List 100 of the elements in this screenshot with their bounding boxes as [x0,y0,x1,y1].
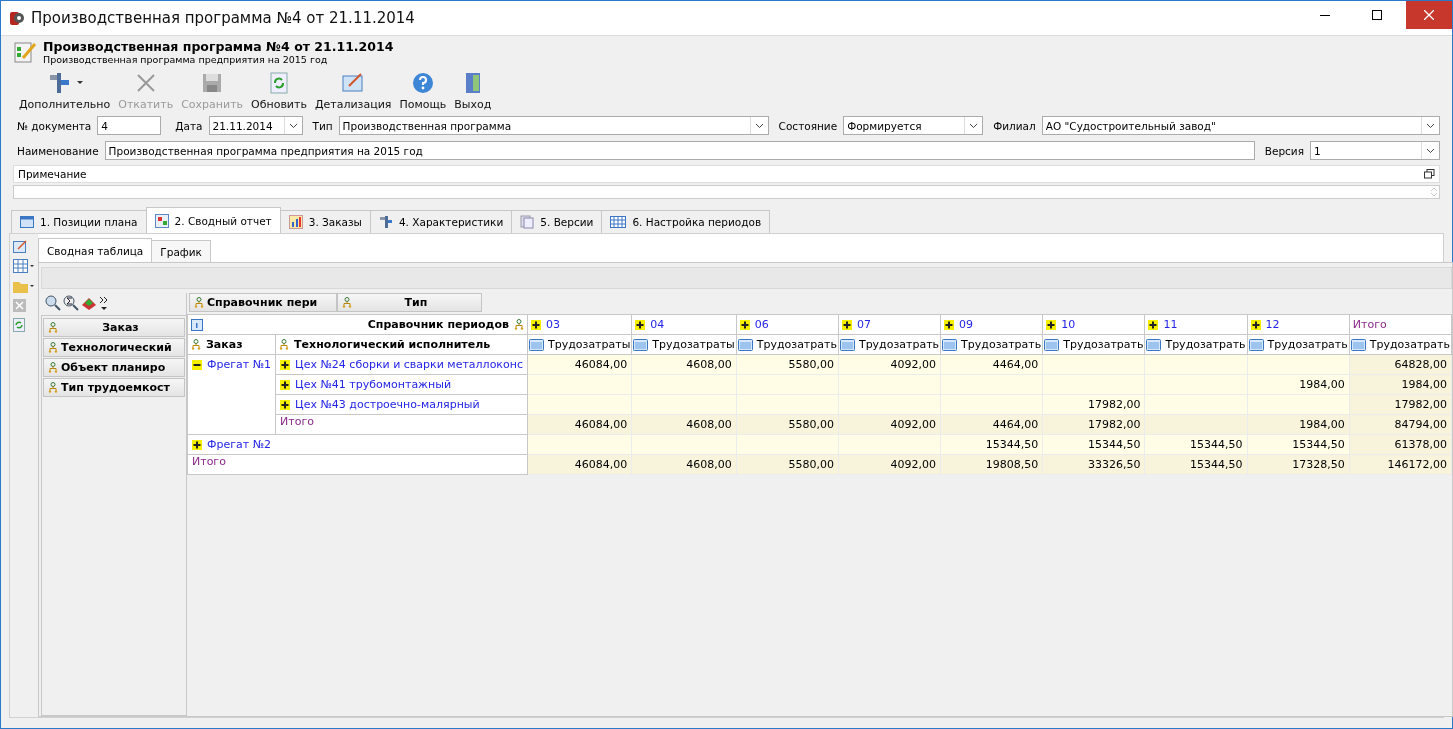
window-title: Производственная программа №4 от 21.11.2014 [31,9,416,27]
table-icon [529,338,544,351]
column-header: 03 [527,314,632,335]
chevron-down-icon [1426,122,1435,129]
dropdown-field[interactable]: Формируется [843,116,984,135]
plus-icon[interactable] [1250,319,1261,330]
field-button[interactable]: Тип [337,293,482,312]
column-header: 07 [838,314,941,335]
plus-icon[interactable] [280,379,291,390]
plus-icon[interactable] [635,319,646,330]
column-header: 12 [1247,314,1350,335]
column-header: Итого [1349,314,1452,335]
field-label: № документа [17,119,92,132]
hierarchy-icon [342,297,352,308]
dropdown-field[interactable]: АО "Судостроительный завод" [1041,116,1440,135]
date-field[interactable]: 21.11.2014 [209,119,284,132]
tab[interactable]: 6. Настройка периодов [601,210,771,233]
tab[interactable]: 1. Позиции плана [11,210,147,233]
field-label: Дата [175,119,203,132]
field-button[interactable]: Технологический [43,338,185,357]
table-icon [1044,338,1060,351]
hierarchy-icon [48,362,58,373]
dropdown-field[interactable]: Производственная программа [339,119,750,132]
hierarchy-icon [48,322,58,333]
chevrons-icon[interactable] [99,295,109,311]
minus-icon[interactable] [192,359,202,370]
tab[interactable]: Сводная таблица [38,238,153,262]
hierarchy-icon [48,382,58,393]
table-icon [942,338,958,351]
note-field[interactable] [13,185,1440,199]
toolbar-button[interactable]: Помощь [395,69,451,113]
table-icon[interactable] [13,259,35,273]
toolbar-button[interactable]: Выход [450,69,496,113]
table-icon [839,338,855,351]
info-icon[interactable] [191,318,203,331]
bar-chart-icon [288,215,303,229]
field-label: Примечание [18,168,87,180]
zoom-icon[interactable] [45,295,61,311]
edit-document-icon [13,40,37,64]
hierarchy-icon [514,319,524,330]
grand-total-label: Итого [187,454,528,475]
column-header: 04 [631,314,737,335]
row-header-cell: Фрегат №1 [187,354,276,435]
table-icon [1350,338,1366,351]
column-header: 09 [940,314,1043,335]
grid-icon [610,216,627,228]
field-button[interactable]: Объект планиро [43,358,185,377]
plus-icon[interactable] [1046,319,1057,330]
maximize-icon[interactable] [1372,10,1382,20]
field-label: Версия [1264,144,1304,157]
report-icon [154,213,169,228]
chevron-down-icon [1426,147,1435,154]
tab[interactable]: 2. Сводный отчет [145,207,281,233]
hierarchy-icon [48,342,58,353]
chevron-down-icon [288,122,298,129]
column-header: 10 [1042,314,1145,335]
field-label: Состояние [778,119,838,132]
plus-icon[interactable] [1148,319,1159,330]
sigma-icon[interactable] [63,295,79,311]
document-title: Производственная программа №4 от 21.11.2014 [43,39,394,54]
hierarchy-icon [194,297,204,308]
dropdown-field[interactable]: АО "Судостроительный завод" [1042,119,1421,132]
field-button[interactable]: Справочник пери [189,293,337,312]
table-icon [633,338,649,351]
help-icon [410,71,435,95]
window-icon [20,216,34,228]
chevron-down-icon [969,122,979,129]
tab[interactable]: График [151,240,211,262]
plus-icon[interactable] [531,319,541,330]
edit-icon[interactable] [13,240,27,253]
field-button[interactable]: Заказ [43,318,185,337]
close-icon [1424,10,1434,20]
dropdown-field[interactable]: 1 [1311,144,1421,157]
hierarchy-icon [279,339,290,350]
chevron-down-icon [754,122,764,129]
app-logo-icon [9,10,25,26]
toolbar-button[interactable]: Дополнительно [15,69,115,113]
plus-icon[interactable] [280,359,291,370]
restore-icon[interactable] [1424,169,1435,179]
dropdown-field[interactable]: Формируется [844,119,965,132]
documents-icon [520,215,535,229]
dropdown-field[interactable]: 1 [1310,141,1440,160]
edit-document-icon [341,71,366,95]
dropdown-field[interactable]: Производственная программа [338,116,769,135]
column-header: 06 [736,314,839,335]
table-icon [1146,338,1162,351]
wrench-icon [378,215,393,229]
plus-icon[interactable] [280,399,291,410]
toolbar-button[interactable]: Детализация [310,69,396,113]
plus-icon[interactable] [192,439,202,450]
table-icon [1248,338,1264,351]
plus-icon[interactable] [944,319,955,330]
date-field[interactable]: 21.11.2014 [208,116,303,135]
hierarchy-icon [191,339,201,350]
refresh-icon[interactable] [13,318,25,332]
toolbar-button[interactable]: Обновить [247,69,311,113]
plus-icon[interactable] [841,319,852,330]
field-label: Филиал [993,119,1036,132]
field-button[interactable]: Тип трудоемкост [43,378,185,397]
plus-icon[interactable] [739,319,750,330]
